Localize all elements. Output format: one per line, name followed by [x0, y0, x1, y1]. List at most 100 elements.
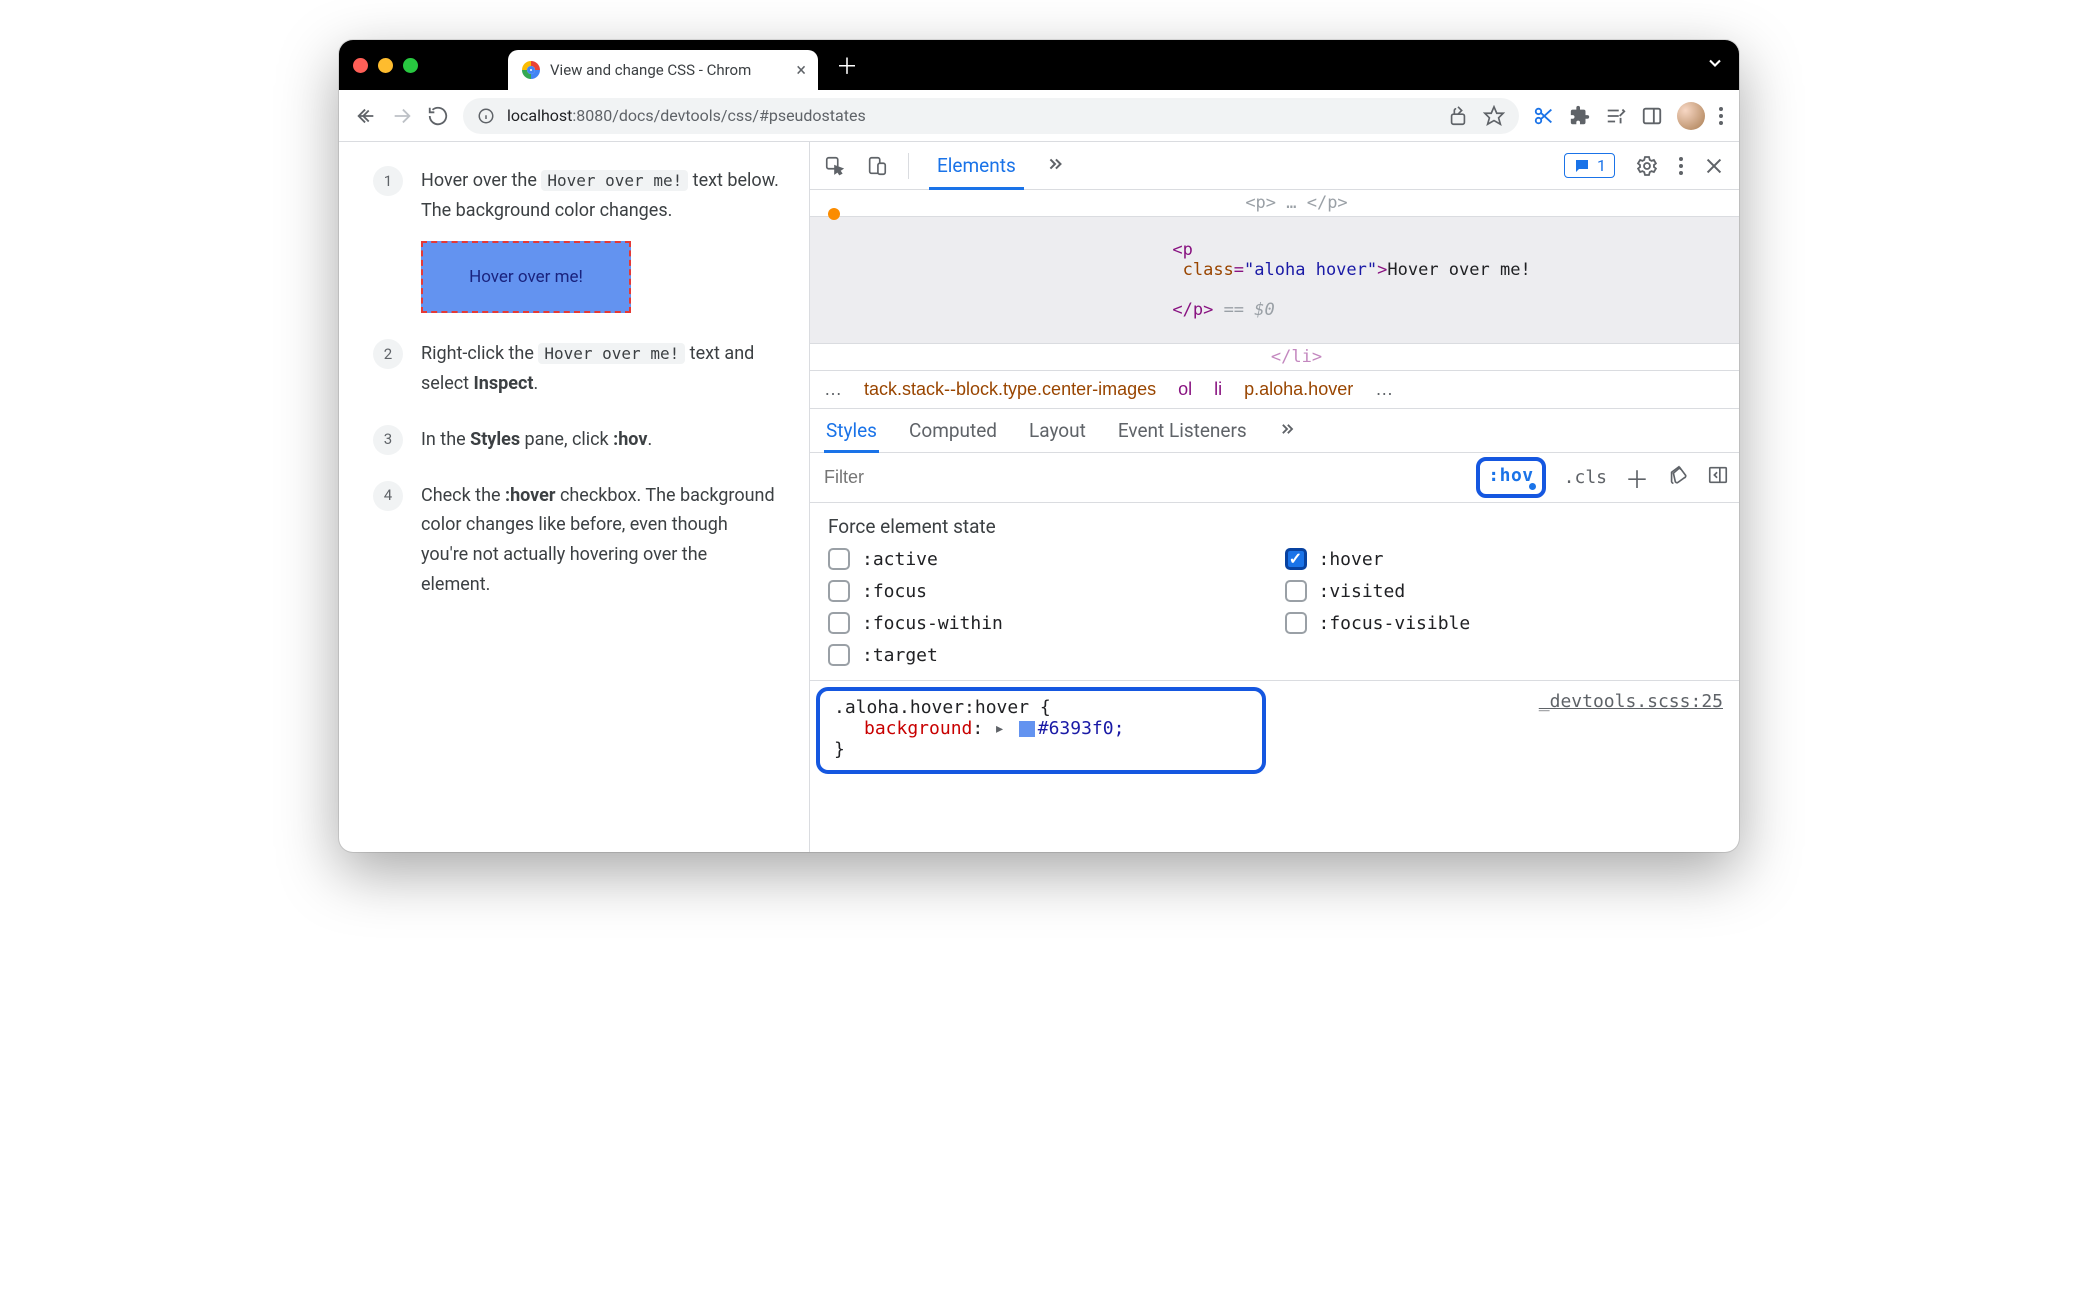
traffic-lights	[353, 58, 418, 73]
state-label: :active	[862, 549, 938, 570]
checkbox[interactable]	[1285, 580, 1307, 602]
dom-breadcrumbs[interactable]: … tack.stack--block.type.center-images o…	[810, 370, 1739, 409]
chrome-favicon-icon	[522, 61, 540, 79]
minimize-window-icon[interactable]	[378, 58, 393, 73]
cls-toggle[interactable]: .cls	[1564, 467, 1607, 488]
settings-gear-icon[interactable]	[1635, 154, 1659, 178]
step-text: In the	[421, 429, 470, 450]
browser-toolbar: localhost:8080/docs/devtools/css/#pseudo…	[339, 90, 1739, 142]
url-path: /docs/devtools/css/#pseudostates	[612, 106, 865, 125]
bookmark-star-icon[interactable]	[1483, 105, 1505, 127]
instruction-list: 1 Hover over the Hover over me! text bel…	[373, 166, 779, 600]
devtools-panel: Elements 1 <p> … </p> <p class="aloha ho…	[809, 142, 1739, 852]
rule-source-link[interactable]: _devtools.scss:25	[1539, 681, 1739, 774]
devtools-menu-button[interactable]	[1679, 157, 1683, 175]
tab-event-listeners[interactable]: Event Listeners	[1116, 409, 1249, 452]
dom-close-tag: </p>	[1172, 300, 1213, 320]
tab-layout[interactable]: Layout	[1027, 409, 1088, 452]
checkbox[interactable]	[828, 644, 850, 666]
extensions-icon[interactable]	[1569, 105, 1591, 127]
tab-computed[interactable]: Computed	[907, 409, 999, 452]
reading-list-icon[interactable]	[1605, 105, 1627, 127]
css-prop-name[interactable]: background	[864, 718, 972, 739]
styles-toolbar: :hov .cls ＋	[810, 453, 1739, 503]
state-checkbox-row[interactable]: :focus-visible	[1285, 612, 1722, 634]
forward-button[interactable]	[391, 105, 413, 127]
dom-text: Hover over me!	[1387, 260, 1530, 280]
step-number: 2	[373, 339, 403, 369]
address-bar[interactable]: localhost:8080/docs/devtools/css/#pseudo…	[463, 98, 1519, 134]
state-checkbox-row[interactable]: :focus	[828, 580, 1265, 602]
step-number: 4	[373, 481, 403, 511]
tab-styles[interactable]: Styles	[824, 409, 879, 452]
site-info-icon[interactable]	[477, 107, 495, 125]
tab-elements[interactable]: Elements	[929, 142, 1024, 189]
brace: }	[834, 739, 845, 760]
breadcrumb-item[interactable]: ol	[1178, 379, 1192, 400]
styles-filter-input[interactable]	[820, 461, 1464, 494]
checkbox[interactable]	[1285, 548, 1307, 570]
inspect-element-icon[interactable]	[824, 155, 846, 177]
profile-avatar[interactable]	[1677, 102, 1705, 130]
step-number: 1	[373, 166, 403, 196]
checkbox[interactable]	[1285, 612, 1307, 634]
new-tab-button[interactable]: ＋	[836, 49, 858, 81]
device-toggle-icon[interactable]	[866, 155, 888, 177]
dom-node-selected[interactable]: <p class="aloha hover">Hover over me! </…	[810, 216, 1739, 344]
new-rule-button[interactable]: ＋	[1625, 460, 1649, 495]
state-checkbox-row[interactable]: :active	[828, 548, 1265, 570]
state-label: :focus	[862, 581, 927, 602]
computed-panel-icon[interactable]	[1707, 464, 1729, 491]
side-panel-icon[interactable]	[1641, 105, 1663, 127]
crumb-dots[interactable]: …	[1375, 379, 1393, 400]
css-rule-row: .aloha.hover:hover { background: ▸ #6393…	[810, 681, 1739, 774]
color-swatch-icon[interactable]	[1019, 721, 1035, 737]
dom-attr-name: class	[1183, 260, 1234, 280]
force-state-toggle[interactable]: :hov	[1476, 457, 1545, 498]
share-icon[interactable]	[1447, 105, 1469, 127]
more-subtabs-icon[interactable]	[1277, 419, 1297, 443]
more-tabs-icon[interactable]	[1044, 153, 1066, 179]
css-declaration[interactable]: background: ▸ #6393f0;	[834, 718, 1248, 739]
force-state-title: Force element state	[828, 515, 1721, 538]
hov-label: :hov	[1488, 465, 1533, 486]
tabs-dropdown-icon[interactable]	[1705, 53, 1725, 77]
hover-demo-box[interactable]: Hover over me!	[421, 241, 631, 313]
checkbox[interactable]	[828, 548, 850, 570]
css-prop-value[interactable]: #6393f0;	[1038, 718, 1125, 739]
close-devtools-icon[interactable]	[1703, 155, 1725, 177]
copy-styles-icon[interactable]	[1667, 464, 1689, 491]
checkbox[interactable]	[828, 580, 850, 602]
expand-arrow-icon[interactable]: ▸	[994, 718, 1005, 739]
maximize-window-icon[interactable]	[403, 58, 418, 73]
dom-attr-value: aloha hover	[1254, 260, 1367, 280]
checkbox[interactable]	[828, 612, 850, 634]
breadcrumb-item[interactable]: p.aloha.hover	[1244, 379, 1353, 400]
content-split: 1 Hover over the Hover over me! text bel…	[339, 142, 1739, 852]
console-messages-badge[interactable]: 1	[1564, 153, 1615, 178]
state-checkbox-row[interactable]: :focus-within	[828, 612, 1265, 634]
browser-tab[interactable]: View and change CSS - Chrom ×	[508, 50, 818, 90]
reload-button[interactable]	[427, 105, 449, 127]
css-rule-highlight[interactable]: .aloha.hover:hover { background: ▸ #6393…	[816, 687, 1266, 774]
step-bold: Styles	[470, 429, 520, 450]
close-tab-icon[interactable]: ×	[796, 60, 806, 81]
scissors-icon[interactable]	[1533, 105, 1555, 127]
state-checkbox-row[interactable]: :visited	[1285, 580, 1722, 602]
close-window-icon[interactable]	[353, 58, 368, 73]
breadcrumb-item[interactable]: tack.stack--block.type.center-images	[864, 379, 1156, 400]
chrome-menu-button[interactable]	[1719, 107, 1723, 125]
page-content: 1 Hover over the Hover over me! text bel…	[339, 142, 809, 852]
css-selector[interactable]: .aloha.hover:hover	[834, 697, 1029, 718]
state-checkbox-row[interactable]: :target	[828, 644, 1265, 666]
url-text: localhost:8080/docs/devtools/css/#pseudo…	[507, 106, 866, 125]
back-button[interactable]	[355, 105, 377, 127]
breadcrumb-item[interactable]: li	[1214, 379, 1222, 400]
step-text: pane, click	[520, 429, 613, 450]
modified-marker-icon	[828, 208, 840, 220]
dom-tree[interactable]: <p> … </p> <p class="aloha hover">Hover …	[810, 190, 1739, 370]
state-checkbox-row[interactable]: :hover	[1285, 548, 1722, 570]
window-tabbar: View and change CSS - Chrom × ＋	[339, 40, 1739, 90]
styles-subtabs: Styles Computed Layout Event Listeners	[810, 409, 1739, 453]
crumb-dots[interactable]: …	[824, 379, 842, 400]
